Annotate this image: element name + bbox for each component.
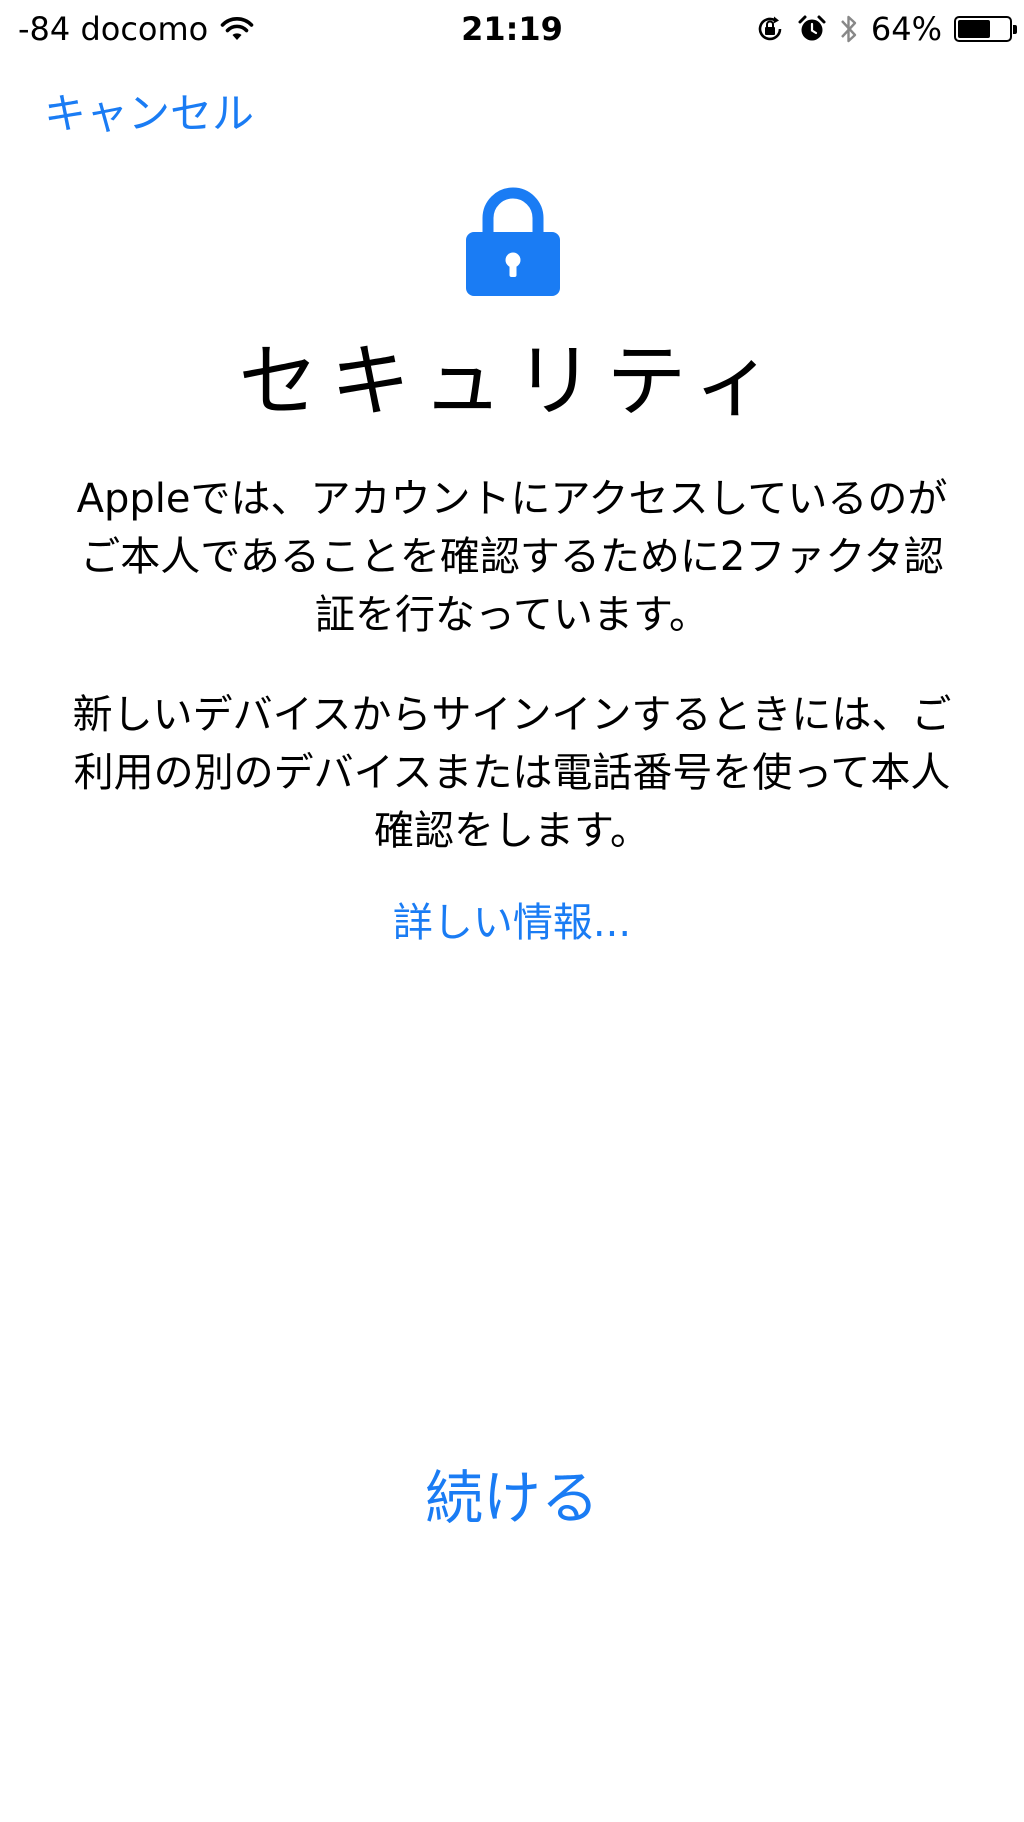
battery-percent: 64% bbox=[870, 10, 942, 48]
description-paragraph-2: 新しいデバイスからサインインするときには、ご利用の別のデバイスまたは電話番号を使… bbox=[72, 692, 952, 854]
more-info-link[interactable]: 詳しい情報... bbox=[0, 895, 1024, 951]
bluetooth-icon bbox=[840, 15, 857, 43]
alarm-icon bbox=[798, 15, 826, 41]
orientation-lock-icon bbox=[758, 16, 782, 41]
status-bar: -84 docomo 21:19 64% bbox=[0, 0, 1024, 58]
page-title: セキュリティ bbox=[238, 335, 786, 428]
battery-icon bbox=[954, 16, 1017, 42]
status-right: 64% bbox=[755, 8, 1017, 50]
description-paragraph-1: Appleでは、アカウントにアクセスしているのがご本人であることを確認するために… bbox=[76, 476, 948, 638]
cancel-button[interactable]: キャンセル bbox=[44, 86, 254, 142]
battery-level bbox=[958, 20, 990, 38]
lock-icon bbox=[466, 187, 560, 296]
continue-button[interactable]: 続ける bbox=[0, 1460, 1024, 1536]
